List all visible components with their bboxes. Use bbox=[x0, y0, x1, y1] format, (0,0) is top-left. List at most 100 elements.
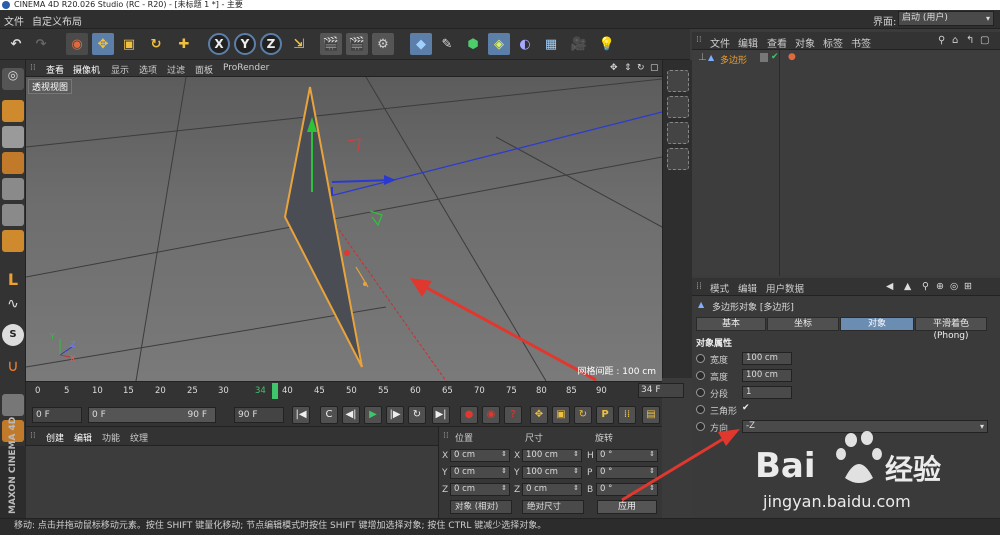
make-editable-icon[interactable]: ◎ bbox=[2, 68, 24, 90]
keyframe-selection-icon[interactable]: ? bbox=[504, 406, 522, 424]
viewport-menu-filter[interactable]: 过滤 bbox=[167, 63, 185, 76]
polygons-mode-icon[interactable] bbox=[2, 230, 24, 252]
layout-select[interactable]: 启动 (用户) ▾ bbox=[898, 11, 994, 26]
floor-icon[interactable]: ▦ bbox=[540, 33, 562, 55]
render-picture-viewer-icon[interactable]: 🎬 bbox=[346, 33, 368, 55]
z-axis-lock-button[interactable]: Z bbox=[260, 33, 282, 55]
height-field[interactable]: 100 cm bbox=[742, 369, 792, 382]
phong-tag-icon[interactable]: ● bbox=[788, 52, 796, 62]
spinner-icon[interactable]: ⇕ bbox=[573, 449, 579, 460]
perspective-viewport[interactable]: Y Z X 透视视图 网格间距 : 100 cm bbox=[26, 77, 662, 381]
viewport-menu-view[interactable]: 查看 bbox=[46, 63, 64, 76]
pan-view-icon[interactable]: ✥ bbox=[610, 63, 618, 73]
animate-radio[interactable] bbox=[696, 354, 705, 363]
position-z-field[interactable]: 0 cm ⇕ bbox=[450, 483, 510, 496]
viewport-menu-display[interactable]: 显示 bbox=[111, 63, 129, 76]
tab-coordinates[interactable]: 坐标 bbox=[767, 317, 839, 331]
tab-object[interactable]: 对象 bbox=[840, 317, 914, 331]
rotation-band-y[interactable] bbox=[369, 210, 383, 227]
animate-radio[interactable] bbox=[696, 371, 705, 380]
render-view-icon[interactable]: 🎬 bbox=[320, 33, 342, 55]
playhead[interactable] bbox=[272, 383, 278, 399]
viewport-menu-prorender[interactable]: ProRender bbox=[223, 63, 269, 73]
previous-key-button[interactable]: C bbox=[320, 406, 338, 424]
scale-tool-icon[interactable]: ▣ bbox=[118, 33, 140, 55]
viewport-menu-options[interactable]: 选项 bbox=[139, 63, 157, 76]
snap-icon[interactable]: S bbox=[2, 324, 24, 346]
paint-tool-icon[interactable] bbox=[667, 70, 689, 92]
om-menu-edit[interactable]: 编辑 bbox=[738, 35, 758, 50]
back-arrow-icon[interactable]: ◀ bbox=[886, 281, 893, 292]
spinner-icon[interactable]: ⇕ bbox=[501, 466, 507, 477]
go-to-start-button[interactable]: |◀ bbox=[292, 406, 310, 424]
size-z-field[interactable]: 0 cm ⇕ bbox=[522, 483, 582, 496]
animate-radio[interactable] bbox=[696, 388, 705, 397]
start-frame-field[interactable]: 0 F bbox=[32, 407, 82, 423]
search-icon[interactable]: ⚲ bbox=[938, 35, 945, 46]
end-frame-field[interactable]: 90 F bbox=[234, 407, 284, 423]
axis-mode-icon[interactable]: L bbox=[2, 270, 24, 292]
am-menu-userdata[interactable]: 用户数据 bbox=[766, 281, 804, 295]
segments-field[interactable]: 1 bbox=[742, 386, 792, 399]
magnet-icon[interactable]: ∪ bbox=[2, 356, 24, 378]
edges-mode-icon[interactable] bbox=[2, 204, 24, 226]
model-mode-icon[interactable] bbox=[2, 100, 24, 122]
lock-icon[interactable]: ⊕ bbox=[936, 281, 944, 292]
z-move-handle[interactable] bbox=[344, 250, 350, 256]
tab-phong[interactable]: 平滑着色(Phong) bbox=[915, 317, 987, 341]
next-key-button[interactable]: ↻ bbox=[408, 406, 426, 424]
x-axis-lock-button[interactable]: X bbox=[208, 33, 230, 55]
timeline-ruler[interactable]: 0 5 10 15 20 25 30 34 40 45 50 55 60 65 … bbox=[26, 381, 684, 404]
locked-workplane-icon[interactable] bbox=[2, 394, 24, 416]
position-y-field[interactable]: 0 cm ⇕ bbox=[450, 466, 510, 479]
move-tool-icon[interactable]: ✥ bbox=[92, 33, 114, 55]
pen-spline-icon[interactable]: ✎ bbox=[436, 33, 458, 55]
size-y-field[interactable]: 100 cm ⇕ bbox=[522, 466, 582, 479]
target-icon[interactable]: ◎ bbox=[950, 281, 958, 292]
key-rotation-icon[interactable]: ↻ bbox=[574, 406, 592, 424]
render-settings-icon[interactable]: ⚙ bbox=[372, 33, 394, 55]
back-icon[interactable]: ↰ bbox=[966, 35, 974, 46]
polygon-object[interactable] bbox=[283, 86, 363, 368]
menu-file[interactable]: 文件 bbox=[4, 13, 24, 28]
tab-basic[interactable]: 基本 bbox=[696, 317, 766, 331]
material-menu-function[interactable]: 功能 bbox=[102, 431, 120, 444]
coordinate-system-icon[interactable]: ⇲ bbox=[288, 33, 310, 55]
material-menu-create[interactable]: 创建 bbox=[46, 431, 64, 444]
array-generator-icon[interactable]: ◈ bbox=[488, 33, 510, 55]
previous-frame-button[interactable]: ◀| bbox=[342, 406, 360, 424]
up-arrow-icon[interactable]: ▲ bbox=[904, 281, 911, 292]
recent-tool-icon[interactable]: ✚ bbox=[173, 33, 195, 55]
size-mode-dropdown[interactable]: 绝对尺寸 bbox=[522, 500, 584, 514]
key-scale-icon[interactable]: ▣ bbox=[552, 406, 570, 424]
am-menu-mode[interactable]: 模式 bbox=[710, 281, 729, 295]
object-row[interactable]: ⊥ ▲ 多边形 ✔ ● bbox=[698, 52, 990, 66]
width-field[interactable]: 100 cm bbox=[742, 352, 792, 365]
om-menu-view[interactable]: 查看 bbox=[767, 35, 787, 50]
current-frame-field[interactable]: 34 F bbox=[638, 383, 684, 398]
om-menu-bookmarks[interactable]: 书签 bbox=[851, 35, 871, 50]
am-menu-edit[interactable]: 编辑 bbox=[738, 281, 757, 295]
camera-icon[interactable]: 🎥 bbox=[568, 33, 590, 55]
x-arrow-icon[interactable] bbox=[384, 175, 396, 185]
object-name[interactable]: 多边形 bbox=[720, 53, 747, 66]
points-mode-icon[interactable] bbox=[2, 178, 24, 200]
texture-mode-icon[interactable] bbox=[2, 126, 24, 148]
smooth-tool-icon[interactable] bbox=[667, 148, 689, 170]
rotate-view-icon[interactable]: ↻ bbox=[637, 63, 645, 73]
undo-icon[interactable]: ↶ bbox=[5, 33, 27, 55]
next-frame-button[interactable]: |▶ bbox=[386, 406, 404, 424]
rotation-band-x[interactable] bbox=[347, 138, 361, 152]
workplane-icon[interactable] bbox=[2, 152, 24, 174]
om-menu-file[interactable]: 文件 bbox=[710, 35, 730, 50]
brush-tool-icon[interactable] bbox=[667, 96, 689, 118]
search-icon[interactable]: ⚲ bbox=[922, 281, 929, 292]
spinner-icon[interactable]: ⇕ bbox=[573, 466, 579, 477]
live-selection-icon[interactable]: ◉ bbox=[66, 33, 88, 55]
spinner-icon[interactable]: ⇕ bbox=[501, 449, 507, 460]
new-attribute-icon[interactable]: ⊞ bbox=[964, 281, 972, 292]
y-axis-lock-button[interactable]: Y bbox=[234, 33, 256, 55]
tweak-mode-icon[interactable]: ∿ bbox=[2, 296, 24, 318]
new-view-icon[interactable]: ▢ bbox=[980, 35, 989, 46]
viewport-menu-cameras[interactable]: 摄像机 bbox=[73, 63, 100, 76]
